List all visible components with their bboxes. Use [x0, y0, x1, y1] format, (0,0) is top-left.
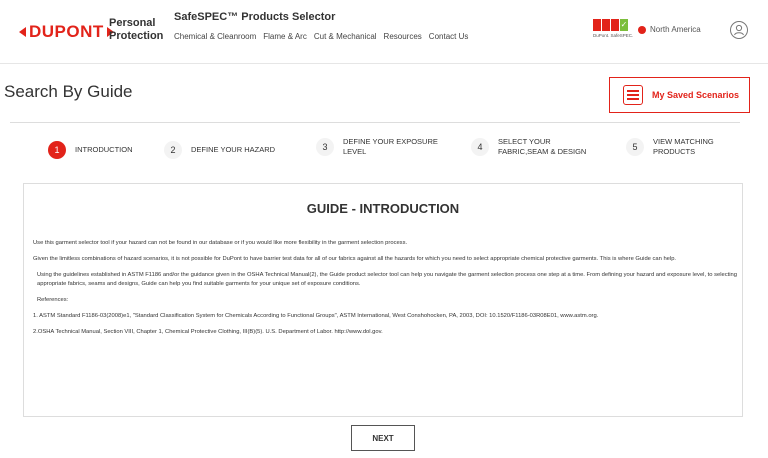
list-icon: [623, 85, 643, 105]
step-view-products[interactable]: 5 VIEW MATCHING PRODUCTS: [626, 137, 723, 157]
brand-sub-line-2: Protection: [109, 30, 164, 42]
logo-text: DUPONT: [29, 22, 104, 41]
region-selector[interactable]: North America: [638, 25, 701, 34]
guide-title: GUIDE - INTRODUCTION: [306, 201, 460, 216]
brand-subtitle: Personal Protection: [109, 17, 163, 43]
nav-flame-arc[interactable]: Flame & Arc: [263, 32, 307, 41]
guide-paragraph: Given the limitless combinations of haza…: [33, 256, 677, 262]
step-number: 3: [316, 138, 334, 156]
next-button[interactable]: NEXT: [351, 425, 415, 451]
dupont-logo[interactable]: DUPONT: [19, 22, 114, 42]
page-title: Search By Guide: [4, 82, 133, 101]
nav-resources[interactable]: Resources: [384, 32, 422, 41]
checkmark-icon: ✓: [620, 19, 628, 31]
guide-steps: 1 INTRODUCTION 2 DEFINE YOUR HAZARD 3 DE…: [0, 132, 768, 168]
step-label: DEFINE YOUR HAZARD: [191, 145, 276, 154]
safespec-logo[interactable]: ✓ DuPont. SafeSPEC.: [593, 19, 634, 41]
user-account-button[interactable]: [730, 21, 748, 39]
reference-item: 2.OSHA Technical Manual, Section VIII, C…: [33, 329, 383, 335]
step-define-hazard[interactable]: 2 DEFINE YOUR HAZARD: [164, 141, 275, 159]
step-number: 4: [471, 138, 489, 156]
step-label: SELECT YOUR FABRIC,SEAM & DESIGN: [498, 137, 587, 156]
references-heading: References:: [37, 297, 69, 303]
guide-paragraph: Using the guidelines established in ASTM…: [37, 272, 738, 287]
step-label: VIEW MATCHING PRODUCTS: [653, 137, 714, 156]
divider: [10, 122, 740, 123]
step-define-exposure[interactable]: 3 DEFINE YOUR EXPOSURE LEVEL: [316, 137, 443, 157]
user-circle-icon: [734, 24, 744, 36]
step-select-fabric[interactable]: 4 SELECT YOUR FABRIC,SEAM & DESIGN: [471, 137, 593, 157]
reference-item: 1. ASTM Standard F1186-03(2008)e1, "Stan…: [33, 313, 599, 319]
region-label: North America: [650, 25, 701, 34]
nav-chemical-cleanroom[interactable]: Chemical & Cleanroom: [174, 32, 256, 41]
header: DUPONT Personal Protection SafeSPEC™ Pro…: [0, 0, 768, 64]
nav-cut-mechanical[interactable]: Cut & Mechanical: [314, 32, 377, 41]
app-title: SafeSPEC™ Products Selector: [174, 11, 336, 23]
nav-contact-us[interactable]: Contact Us: [429, 32, 469, 41]
guide-body: Use this garment selector tool if your h…: [33, 239, 737, 344]
safespec-square: [602, 19, 610, 31]
step-introduction[interactable]: 1 INTRODUCTION: [48, 141, 133, 159]
saved-scenarios-label: My Saved Scenarios: [652, 90, 740, 100]
main-nav: Chemical & Cleanroom Flame & Arc Cut & M…: [174, 32, 468, 41]
safespec-square: [611, 19, 619, 31]
brand-sub-line-1: Personal: [109, 17, 156, 29]
step-number: 5: [626, 138, 644, 156]
safespec-square: [593, 19, 601, 31]
step-label: DEFINE YOUR EXPOSURE LEVEL: [343, 137, 438, 156]
safespec-label: DuPont. SafeSPEC.: [593, 33, 634, 38]
step-number: 2: [164, 141, 182, 159]
my-saved-scenarios-button[interactable]: My Saved Scenarios: [609, 77, 750, 113]
logo-left-arrow-icon: [19, 27, 26, 37]
guide-paragraph: Use this garment selector tool if your h…: [33, 240, 408, 246]
step-number: 1: [48, 141, 66, 159]
safespec-squares: ✓: [593, 19, 629, 31]
globe-icon: [638, 25, 646, 34]
guide-introduction-panel: GUIDE - INTRODUCTION Use this garment se…: [23, 183, 743, 417]
step-label: INTRODUCTION: [75, 145, 133, 154]
